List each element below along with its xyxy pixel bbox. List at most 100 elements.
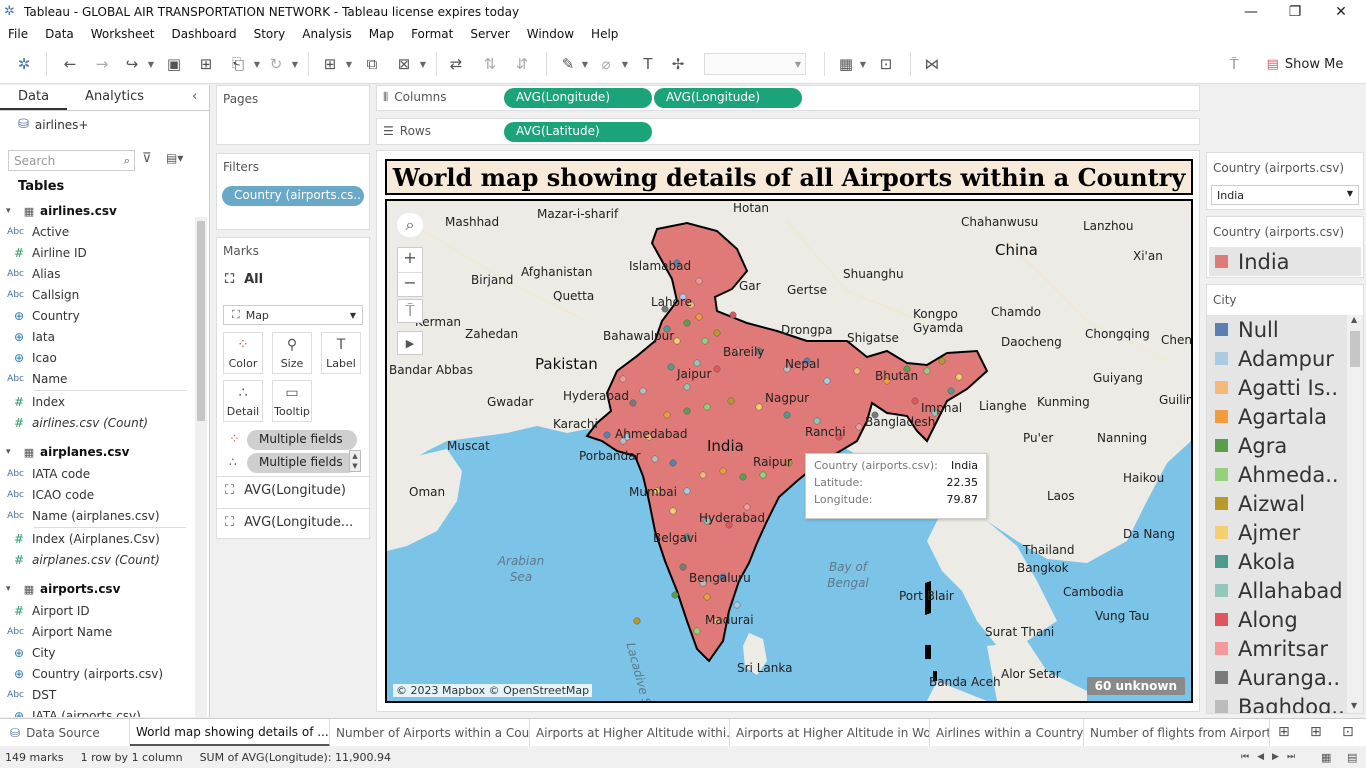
expand-toolbar-icon[interactable]: ▶ xyxy=(397,331,423,355)
filters-card[interactable]: Filters Country (airports.cs.. xyxy=(216,153,370,230)
field-item[interactable]: # Airport ID xyxy=(0,600,186,621)
airport-dot[interactable] xyxy=(693,627,701,635)
airport-dot[interactable] xyxy=(629,399,637,407)
airport-dot[interactable] xyxy=(669,507,677,515)
presentation-mode-icon[interactable]: ⊡ xyxy=(876,54,896,74)
menu-worksheet[interactable]: Worksheet xyxy=(91,27,155,41)
airport-dot[interactable] xyxy=(683,319,691,327)
field-item[interactable]: # Index xyxy=(0,391,186,412)
tab-data-source[interactable]: ⛁ Data Source xyxy=(0,719,130,747)
airport-dot[interactable] xyxy=(695,277,703,285)
airport-dot[interactable] xyxy=(651,455,659,463)
city-legend-item[interactable]: Baghdog.. xyxy=(1215,692,1345,713)
columns-pill-longitude-2[interactable]: AVG(Longitude) xyxy=(654,88,802,108)
quick-filter-dropdown[interactable]: India ▼ xyxy=(1211,185,1359,205)
field-item[interactable]: Abc Name xyxy=(0,368,186,389)
menu-data[interactable]: Data xyxy=(45,27,74,41)
airport-dot[interactable] xyxy=(673,337,681,345)
marks-scroll-arrows[interactable]: ▲ ▼ xyxy=(349,450,361,472)
restore-button[interactable]: ❐ xyxy=(1272,0,1318,24)
highlight-icon[interactable]: ✎ xyxy=(558,54,578,74)
field-item[interactable]: Abc ICAO code xyxy=(0,484,186,505)
airport-dot[interactable] xyxy=(671,591,679,599)
airport-dot[interactable] xyxy=(739,473,747,481)
label-button[interactable]: T Label xyxy=(321,332,361,374)
airport-dot[interactable] xyxy=(853,367,861,375)
field-item[interactable]: Abc IATA code xyxy=(0,463,186,484)
table-header-airports[interactable]: ▾ ▦ airports.csv xyxy=(6,579,186,599)
pause-updates-icon[interactable]: ⎗ xyxy=(228,54,248,74)
tab-number-of-airports[interactable]: Number of Airports within a Cou... xyxy=(330,719,530,747)
refresh-icon[interactable]: ↻ xyxy=(266,54,286,74)
city-legend-item[interactable]: Aizwal xyxy=(1215,489,1305,518)
field-item[interactable]: ⊕ Country xyxy=(0,305,186,326)
rows-shelf[interactable]: ☰ Rows AVG(Latitude) xyxy=(376,118,1200,145)
field-item[interactable]: ⊕ Icao xyxy=(0,347,186,368)
table-header-airlines[interactable]: ▾ ▦ airlines.csv xyxy=(6,201,186,221)
city-legend-item[interactable]: Allahabad xyxy=(1215,576,1343,605)
collapse-pane-icon[interactable]: ‹ xyxy=(192,89,197,104)
table-header-airplanes[interactable]: ▾ ▦ airplanes.csv xyxy=(6,442,186,462)
airport-dot[interactable] xyxy=(823,377,831,385)
size-button[interactable]: ⚲ Size xyxy=(272,332,312,374)
map-search-icon[interactable]: ⌕ xyxy=(397,213,423,237)
data-pane-scrollbar[interactable] xyxy=(195,217,207,717)
undo-icon[interactable]: ← xyxy=(60,54,80,74)
show-cards-icon[interactable]: ▦ xyxy=(836,54,856,74)
marks-all-layer[interactable]: ⛶ All xyxy=(225,272,263,287)
rows-pill-latitude[interactable]: AVG(Latitude) xyxy=(504,122,652,142)
airport-dot[interactable] xyxy=(911,397,919,405)
city-legend-item[interactable]: Agra xyxy=(1215,431,1287,460)
color-legend-item[interactable]: India xyxy=(1209,247,1361,276)
pin-map-icon[interactable]: ⍑ xyxy=(397,299,423,323)
field-item[interactable]: Abc DST xyxy=(0,684,186,705)
sort-ascending-icon[interactable]: ⇅ xyxy=(480,54,500,74)
city-legend-item[interactable]: Ahmeda.. xyxy=(1215,460,1339,489)
minimize-button[interactable]: — xyxy=(1228,0,1274,24)
chevron-down-icon[interactable]: ▼ xyxy=(858,54,868,74)
menu-dashboard[interactable]: Dashboard xyxy=(171,27,236,41)
city-legend-item[interactable]: Amritsar xyxy=(1215,634,1328,663)
airport-dot[interactable] xyxy=(699,471,707,479)
pin-axes-icon[interactable]: ✢ xyxy=(668,54,688,74)
tab-data[interactable]: Data xyxy=(0,85,68,110)
columns-pill-longitude-1[interactable]: AVG(Longitude) xyxy=(504,88,652,108)
swap-rows-columns-icon[interactable]: ⇄ xyxy=(446,54,466,74)
tab-airlines-within-country[interactable]: Airlines within a Country xyxy=(930,719,1084,747)
airport-dot[interactable] xyxy=(693,359,701,367)
new-worksheet-icon[interactable]: ⊞ xyxy=(320,54,340,74)
airport-dot[interactable] xyxy=(619,375,627,383)
airport-dot[interactable] xyxy=(855,423,863,431)
new-worksheet-icon[interactable]: ⊞ xyxy=(1278,724,1290,740)
field-item[interactable]: # airplanes.csv (Count) xyxy=(0,549,186,570)
airport-dot[interactable] xyxy=(759,471,767,479)
color-button[interactable]: ⁘ Color xyxy=(223,332,263,374)
field-item[interactable]: Abc Alias xyxy=(0,263,186,284)
menu-help[interactable]: Help xyxy=(591,27,618,41)
city-legend-item[interactable]: Null xyxy=(1215,315,1279,344)
unknown-indicator[interactable]: 60 unknown xyxy=(1086,677,1185,695)
airport-dot[interactable] xyxy=(755,403,763,411)
scroll-up-icon[interactable]: ▲ xyxy=(1351,315,1357,324)
airport-dot[interactable] xyxy=(743,503,751,511)
airport-dot[interactable] xyxy=(669,459,677,467)
city-legend-item[interactable]: Ajmer xyxy=(1215,518,1300,547)
scrollbar-thumb[interactable] xyxy=(1350,331,1360,367)
menu-server[interactable]: Server xyxy=(470,27,509,41)
pin-icon[interactable]: ⍑ xyxy=(1224,54,1244,74)
city-legend-item[interactable]: Agatti Is.. xyxy=(1215,373,1338,402)
sort-descending-icon[interactable]: ⇵ xyxy=(512,54,532,74)
replay-icon[interactable]: ↪ xyxy=(122,54,142,74)
menu-analysis[interactable]: Analysis xyxy=(302,27,351,41)
show-mark-labels-icon[interactable]: T xyxy=(638,54,658,74)
zoom-out-icon[interactable]: − xyxy=(398,272,422,296)
chevron-down-icon[interactable]: ▼ xyxy=(344,54,354,74)
city-legend-scrollbar[interactable]: ▲ ▼ xyxy=(1347,315,1363,713)
filter-icon[interactable]: ⊽ xyxy=(142,151,152,166)
airport-dot[interactable] xyxy=(733,601,741,609)
airport-dot[interactable] xyxy=(713,365,721,373)
sheet-sorter-icon[interactable]: ▦ xyxy=(1321,751,1331,764)
new-data-source-icon[interactable]: ⊞ xyxy=(196,54,216,74)
field-item[interactable]: Abc Airport Name xyxy=(0,621,186,642)
pages-card[interactable]: Pages xyxy=(216,85,370,145)
